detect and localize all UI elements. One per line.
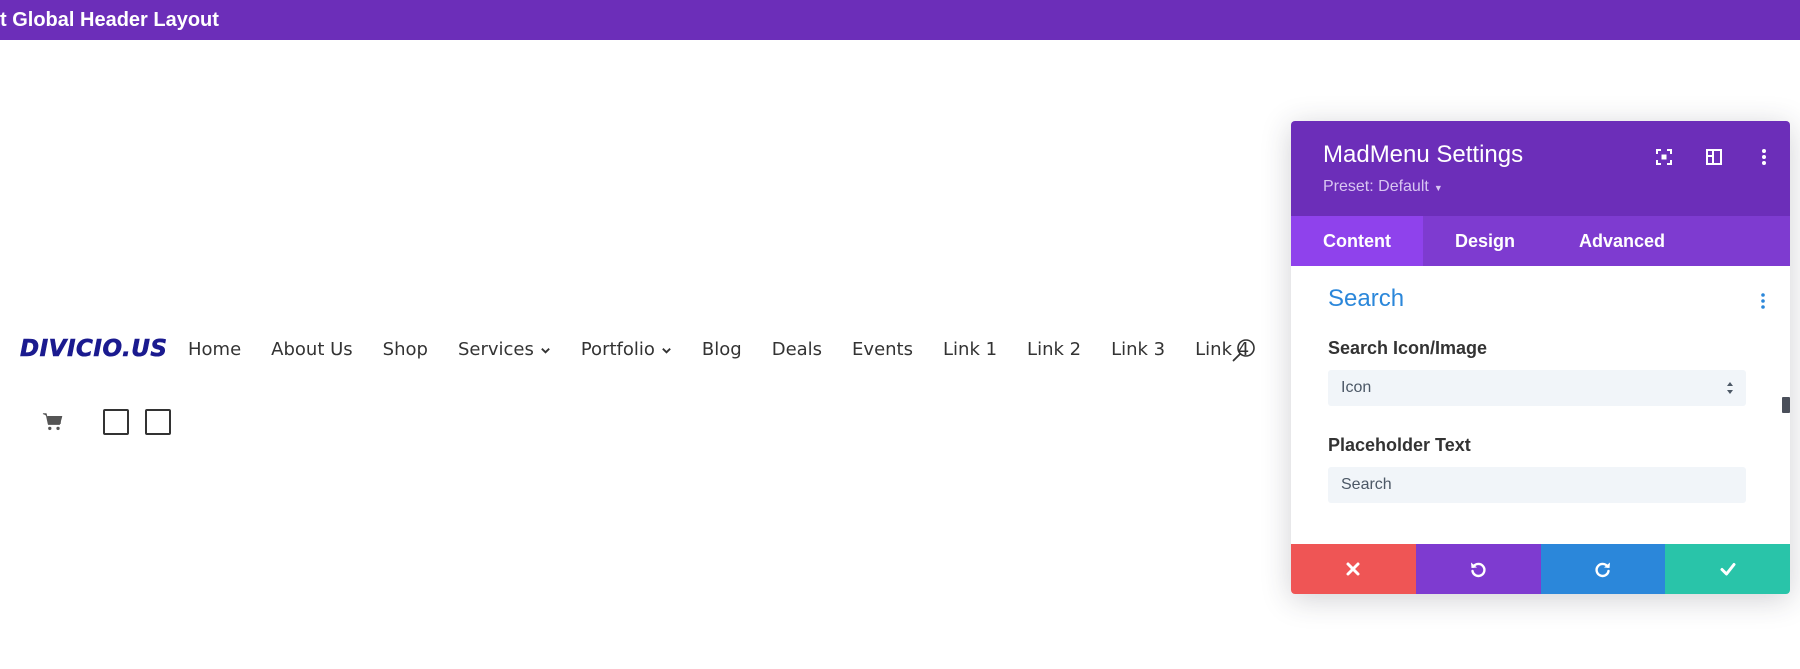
settings-modal: MadMenu Settings Preset: Default ▼ Conte… <box>1291 121 1790 594</box>
undo-icon <box>1471 562 1486 578</box>
nav-item-label: Home <box>188 338 242 360</box>
nav-item-label: About Us <box>271 338 353 360</box>
builder-top-bar: t Global Header Layout <box>0 0 1800 40</box>
nav-item-link-3[interactable]: Link 3 <box>1111 339 1165 360</box>
nav-item-portfolio[interactable]: Portfolio <box>581 339 672 360</box>
modal-footer <box>1291 544 1790 594</box>
nav-item-label: Services <box>457 338 534 360</box>
nav-item-label: Link 3 <box>1111 338 1166 360</box>
redo-icon <box>1595 562 1610 578</box>
modal-body: Search Search Icon/Image Icon Placeholde… <box>1291 266 1790 544</box>
redo-button[interactable] <box>1540 544 1666 594</box>
empty-placeholder-box <box>103 409 129 435</box>
search-icon[interactable] <box>1231 337 1257 363</box>
nav-item-label: Portfolio <box>580 338 655 360</box>
preset-label: Preset: Default <box>1323 178 1429 195</box>
modal-tabs: Content Design Advanced <box>1291 216 1790 266</box>
undo-button[interactable] <box>1415 544 1541 594</box>
nav-item-link-2[interactable]: Link 2 <box>1027 339 1081 360</box>
close-icon <box>1346 562 1360 576</box>
nav-item-label: Link 1 <box>943 338 998 360</box>
sidebar-layout-icon[interactable] <box>1704 147 1724 167</box>
nav-item-deals[interactable]: Deals <box>772 339 822 360</box>
chevron-down-icon <box>541 347 550 354</box>
placeholder-text-input[interactable] <box>1328 467 1746 503</box>
caret-down-icon: ▼ <box>1433 182 1443 193</box>
main-navigation: Home About Us Shop Services Portfolio Bl… <box>188 334 1279 364</box>
save-button[interactable] <box>1665 544 1790 594</box>
check-icon <box>1720 563 1736 576</box>
tab-content[interactable]: Content <box>1291 216 1423 266</box>
preset-dropdown[interactable]: Preset: Default ▼ <box>1323 178 1443 196</box>
nav-item-blog[interactable]: Blog <box>702 339 742 360</box>
chevron-down-icon <box>662 347 671 354</box>
nav-item-label: Blog <box>701 338 742 360</box>
nav-item-events[interactable]: Events <box>852 339 913 360</box>
empty-placeholder-box <box>145 409 171 435</box>
nav-item-about-us[interactable]: About Us <box>271 339 353 360</box>
select-value: Icon <box>1341 379 1372 396</box>
nav-item-label: Events <box>852 338 913 360</box>
nav-item-label: Deals <box>771 338 823 360</box>
nav-item-services[interactable]: Services <box>458 339 551 360</box>
scrollbar-thumb[interactable] <box>1782 397 1790 413</box>
tab-design[interactable]: Design <box>1423 216 1547 266</box>
section-more-icon[interactable] <box>1758 291 1768 311</box>
select-arrows-icon <box>1727 382 1733 394</box>
discard-button[interactable] <box>1291 544 1416 594</box>
nav-item-home[interactable]: Home <box>188 339 241 360</box>
nav-item-label: Link 2 <box>1027 338 1082 360</box>
nav-item-link-1[interactable]: Link 1 <box>943 339 997 360</box>
nav-item-label: Shop <box>382 338 428 360</box>
nav-item-shop[interactable]: Shop <box>383 339 428 360</box>
section-title-search[interactable]: Search <box>1328 285 1404 313</box>
fullscreen-icon[interactable] <box>1654 147 1674 167</box>
modal-title: MadMenu Settings <box>1323 141 1524 168</box>
placeholder-text-label: Placeholder Text <box>1328 435 1471 455</box>
search-icon-image-label: Search Icon/Image <box>1328 338 1488 358</box>
search-icon-image-select[interactable]: Icon <box>1328 370 1746 406</box>
layout-title: t Global Header Layout <box>0 9 219 31</box>
modal-header: MadMenu Settings Preset: Default ▼ <box>1291 121 1790 216</box>
cart-icon[interactable] <box>42 411 64 433</box>
site-logo[interactable]: DIVICIO.US <box>20 335 168 363</box>
more-vertical-icon[interactable] <box>1754 147 1774 167</box>
tab-advanced[interactable]: Advanced <box>1547 216 1697 266</box>
